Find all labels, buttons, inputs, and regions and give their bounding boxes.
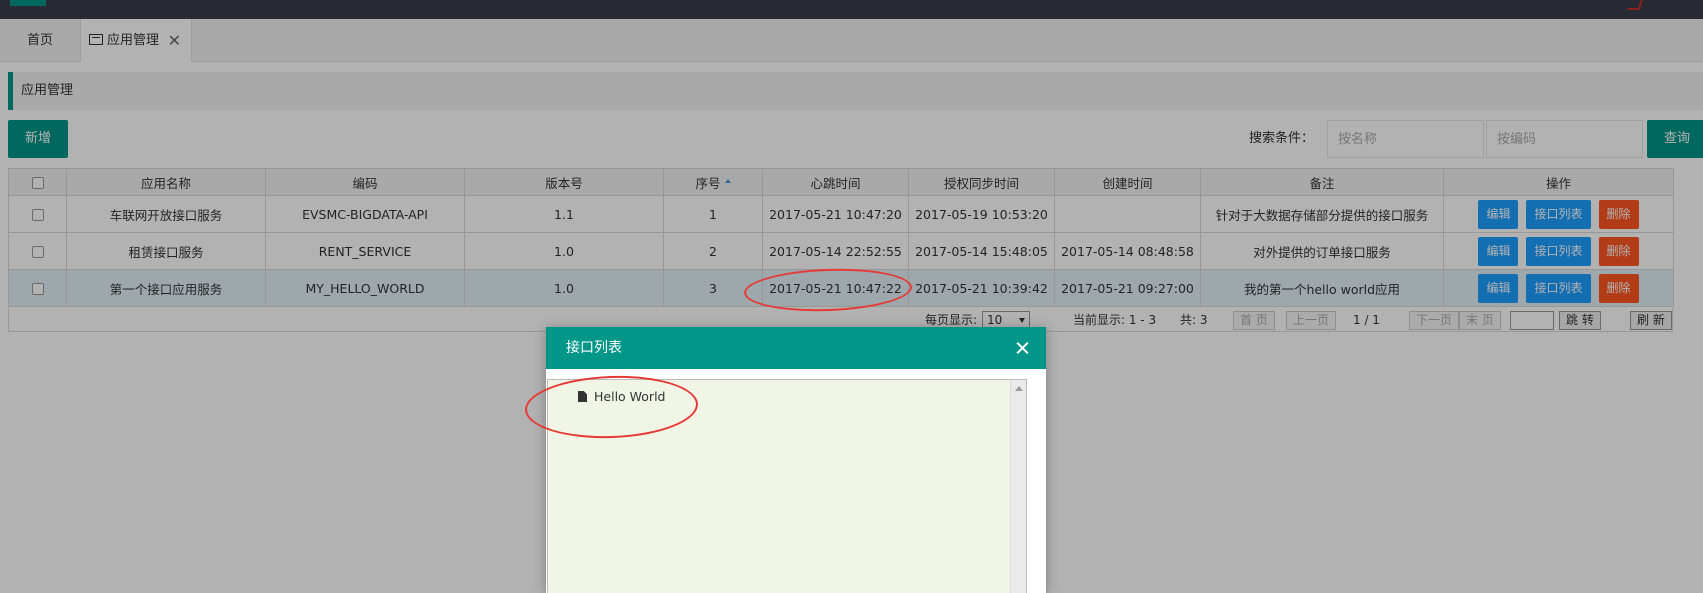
- tree-node-label: Hello World: [594, 389, 666, 404]
- file-icon: [578, 391, 587, 402]
- tree-node[interactable]: Hello World: [578, 388, 665, 406]
- scrollbar[interactable]: [1010, 380, 1026, 593]
- close-icon[interactable]: [1014, 327, 1032, 369]
- dialog-header: 接口列表: [546, 327, 1046, 369]
- interface-tree: Hello World: [547, 379, 1027, 593]
- dialog-title: 接口列表: [566, 340, 622, 356]
- interface-list-dialog: 接口列表 Hello World: [546, 327, 1046, 593]
